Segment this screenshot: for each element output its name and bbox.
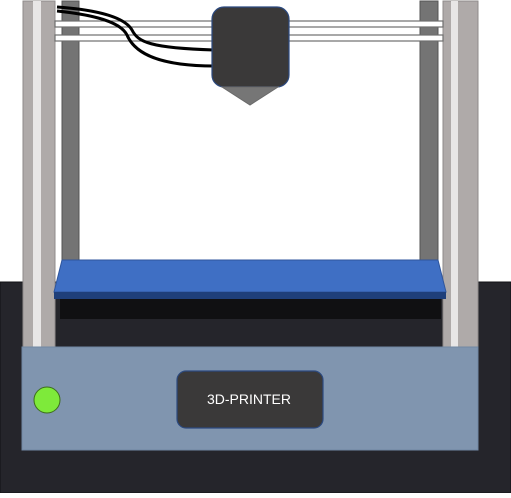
right-frame-rail-highlight: [451, 1, 458, 347]
printer-label: 3D-PRINTER: [207, 391, 291, 407]
printer-svg: 3D-PRINTER: [0, 0, 511, 494]
left-frame-rail-highlight: [33, 1, 41, 347]
print-bed-edge: [54, 292, 446, 299]
print-head: [211, 6, 290, 88]
print-bed: [53, 259, 447, 293]
right-frame-rail: [442, 0, 479, 348]
printer-illustration: 3D-PRINTER: [0, 0, 511, 494]
nozzle: [220, 86, 280, 106]
bed-support: [60, 297, 441, 319]
status-light: [33, 386, 61, 414]
